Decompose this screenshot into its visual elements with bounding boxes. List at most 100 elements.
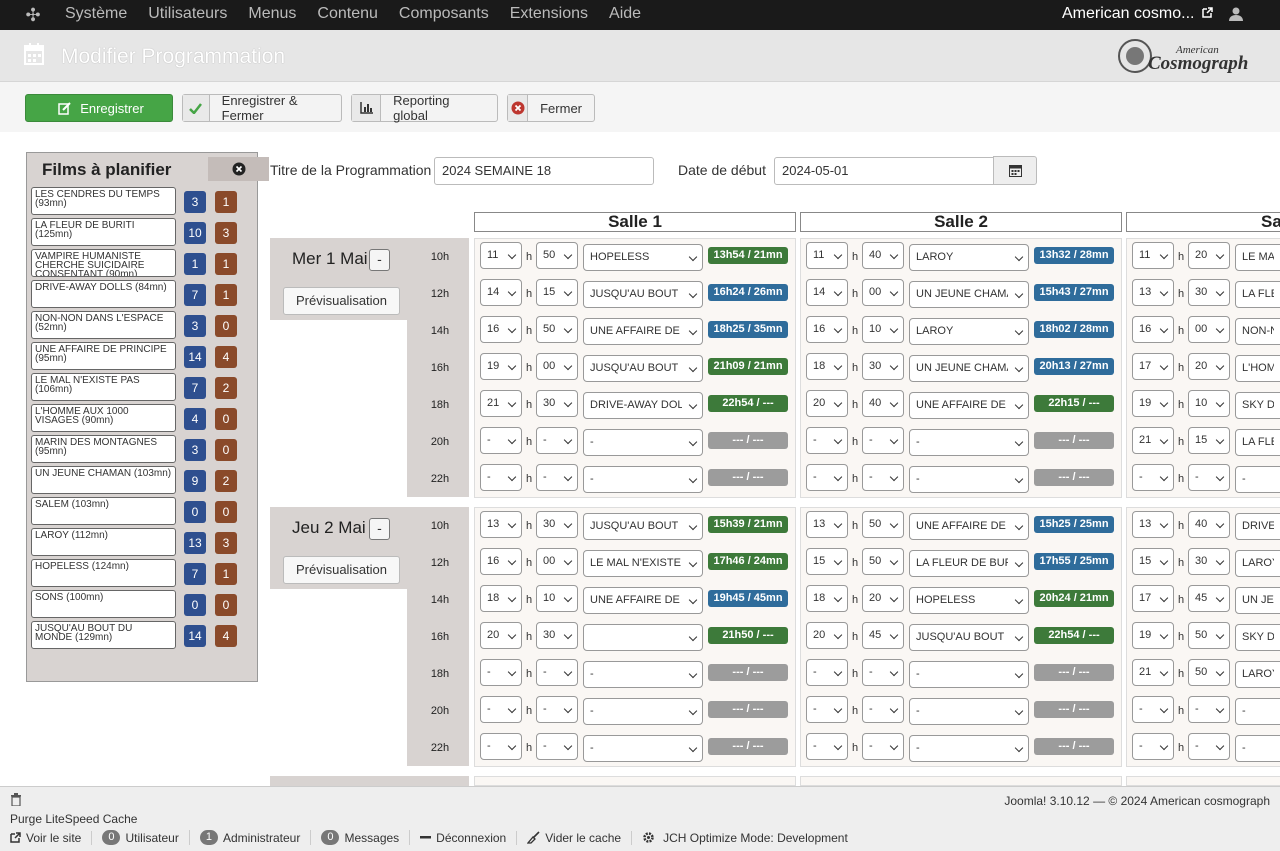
minute-select[interactable]: 30 [536,622,578,649]
hour-select[interactable]: 13 [1132,279,1174,306]
film-name[interactable]: LES CENDRES DU TEMPS (93mn) [31,187,176,215]
minute-select[interactable]: - [862,696,904,723]
film-name[interactable]: LAROY (112mn) [31,528,176,556]
minute-select[interactable]: 10 [536,585,578,612]
minute-select[interactable]: - [536,659,578,686]
film-select[interactable]: UN JEUNE CHAMAI [909,355,1029,382]
purge-cache-link[interactable]: Purge LiteSpeed Cache [10,812,137,826]
film-select[interactable]: UNE AFFAIRE DE P [909,392,1029,419]
minute-select[interactable]: 50 [536,316,578,343]
minute-select[interactable]: - [862,659,904,686]
hour-select[interactable]: 16 [806,316,848,343]
film-row[interactable]: UNE AFFAIRE DE PRINCIPE (95mn) 14 4 [31,342,257,370]
film-select[interactable]: JUSQU'AU BOUT D [909,624,1029,651]
minute-select[interactable]: 15 [1188,427,1230,454]
trash-icon[interactable] [10,793,22,806]
minute-select[interactable]: 10 [1188,390,1230,417]
hour-select[interactable]: 20 [806,622,848,649]
hour-select[interactable]: - [806,696,848,723]
film-row[interactable]: SALEM (103mn) 0 0 [31,497,257,525]
film-row[interactable]: HOPELESS (124mn) 7 1 [31,559,257,587]
minute-select[interactable]: 45 [1188,585,1230,612]
reporting-button[interactable]: Reporting global [351,93,498,123]
hour-select[interactable]: 11 [1132,242,1174,269]
hour-select[interactable]: - [480,696,522,723]
minute-select[interactable]: - [536,464,578,491]
minute-select[interactable]: 50 [536,242,578,269]
film-select[interactable]: - [909,466,1029,493]
film-row[interactable]: L'HOMME AUX 1000 VISAGES (90mn) 4 0 [31,404,257,432]
minute-select[interactable]: 40 [1188,511,1230,538]
hour-select[interactable]: - [480,464,522,491]
admins-link[interactable]: 1 Administrateur [199,830,312,845]
film-select[interactable]: JUSQU'AU BOUT D [583,355,703,382]
film-row[interactable]: SONS (100mn) 0 0 [31,590,257,618]
film-select[interactable]: LA FLEU [1235,429,1280,456]
film-row[interactable]: NON-NON DANS L'ESPACE (52mn) 3 0 [31,311,257,339]
film-select[interactable]: NON-NO [1235,318,1280,345]
film-name[interactable]: LE MAL N'EXISTE PAS (106mn) [31,373,176,401]
save-button[interactable]: Enregistrer [25,94,173,122]
menu-item-extensions[interactable]: Extensions [510,0,588,30]
jch-optimize-link[interactable]: JCH Optimize Mode: Development [642,831,858,845]
date-picker-button[interactable] [993,156,1037,185]
film-select[interactable]: LA FLEU [1235,281,1280,308]
film-name[interactable]: L'HOMME AUX 1000 VISAGES (90mn) [31,404,176,432]
film-select[interactable]: UNE AFFAIRE DE PI [583,587,703,614]
film-select[interactable]: LAROY [1235,550,1280,577]
user-icon[interactable] [1228,6,1244,22]
film-select[interactable]: - [909,661,1029,688]
film-select[interactable]: LAROY [909,318,1029,345]
minute-select[interactable]: 50 [1188,622,1230,649]
messages-link[interactable]: 0 Messages [321,830,411,845]
minute-select[interactable]: - [536,427,578,454]
film-select[interactable]: DRIVE-AWAY DOLL [583,392,703,419]
film-select[interactable]: LE MAL N'EXISTE P [583,550,703,577]
minute-select[interactable]: - [862,427,904,454]
hour-select[interactable]: 15 [1132,548,1174,575]
minute-select[interactable]: - [1188,733,1230,760]
menu-item-utilisateurs[interactable]: Utilisateurs [148,0,227,30]
minute-select[interactable]: 40 [862,242,904,269]
hour-select[interactable]: 18 [480,585,522,612]
hour-select[interactable]: 14 [806,279,848,306]
logout-link[interactable]: Déconnexion [420,830,518,845]
film-select[interactable]: HOPELESS [583,244,703,271]
minute-select[interactable]: 50 [862,548,904,575]
film-select[interactable]: LA FLEUR DE BURI [909,550,1029,577]
film-select[interactable]: SKY DO [1235,392,1280,419]
minute-select[interactable]: 30 [1188,279,1230,306]
hour-select[interactable]: 18 [806,585,848,612]
minute-select[interactable]: 15 [536,279,578,306]
film-select[interactable]: - [583,429,703,456]
menu-item-composants[interactable]: Composants [399,0,489,30]
film-select[interactable]: - [583,661,703,688]
preview-button[interactable]: Prévisualisation [283,556,400,584]
hour-select[interactable]: 21 [1132,659,1174,686]
save-close-button[interactable]: Enregistrer & Fermer [182,93,342,123]
film-name[interactable]: VAMPIRE HUMANISTE CHERCHE SUICIDAIRE CON… [31,249,176,277]
minute-select[interactable]: 50 [1188,659,1230,686]
film-row[interactable]: JUSQU'AU BOUT DU MONDE (129mn) 14 4 [31,621,257,649]
film-select[interactable]: LAROY [909,244,1029,271]
close-button[interactable]: Fermer [507,94,595,122]
hour-select[interactable]: 14 [480,279,522,306]
menu-item-aide[interactable]: Aide [609,0,641,30]
menu-item-systeme[interactable]: Système [65,0,127,30]
menu-item-contenu[interactable]: Contenu [317,0,378,30]
minute-select[interactable]: - [536,696,578,723]
film-row[interactable]: DRIVE-AWAY DOLLS (84mn) 7 1 [31,280,257,308]
hour-select[interactable]: 19 [1132,390,1174,417]
collapse-day-button[interactable]: - [369,249,390,271]
film-row[interactable]: LA FLEUR DE BURITI (125mn) 10 3 [31,218,257,246]
view-site-link[interactable]: Voir le site [10,830,93,845]
minute-select[interactable]: - [1188,464,1230,491]
film-row[interactable]: MARIN DES MONTAGNES (95mn) 3 0 [31,435,257,463]
start-date-input[interactable]: 2024-05-01 [774,157,994,185]
minute-select[interactable]: 00 [862,279,904,306]
film-row[interactable]: UN JEUNE CHAMAN (103mn) 9 2 [31,466,257,494]
hour-select[interactable]: - [806,659,848,686]
minute-select[interactable]: 00 [536,548,578,575]
film-select[interactable]: - [909,429,1029,456]
film-select[interactable] [583,624,703,651]
